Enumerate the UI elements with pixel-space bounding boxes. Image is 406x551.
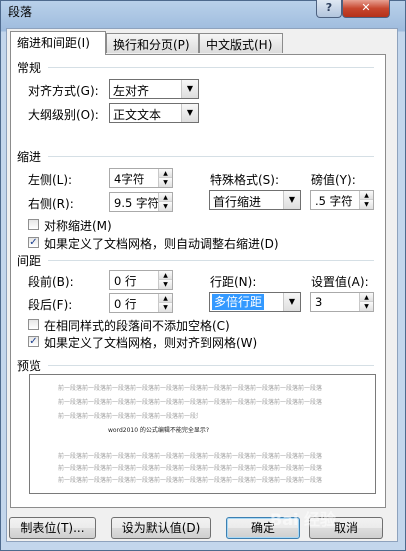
line-spacing-value: 多倍行距	[212, 294, 265, 310]
space-after-spinner[interactable]: 0 行 ▲ ▼	[109, 293, 173, 313]
tab-line-page-breaks[interactable]: 换行和分页(P)	[106, 33, 199, 53]
spin-down-icon[interactable]: ▼	[359, 302, 373, 311]
line-spacing-at-label: 设置值(A):	[311, 275, 369, 289]
window-title: 段落	[8, 5, 33, 19]
alignment-value: 左对齐	[113, 84, 150, 98]
special-indent-value: 首行缩进	[213, 195, 262, 209]
preview-filler-line: 前一段落前一段落前一段落前一段落前一段落前一段落前一段落前一段落前一段落前一段落…	[58, 385, 323, 392]
spin-up-icon[interactable]: ▲	[158, 193, 172, 202]
spin-down-icon[interactable]: ▼	[158, 303, 172, 312]
tab-label: 换行和分页(P)	[113, 38, 190, 52]
general-separator	[48, 67, 374, 68]
tabs-button[interactable]: 制表位(T)...	[9, 517, 96, 539]
space-before-value: 0 行	[114, 274, 137, 288]
left-indent-value: 4字符	[114, 172, 145, 186]
indent-separator	[48, 156, 374, 157]
mirror-indents-checkbox[interactable]	[28, 219, 39, 230]
preview-separator	[48, 365, 374, 366]
preview-filler-line: 前一段落前一段落前一段落前一段落前一段落前一段落前一段落前一段落前一段落前一段落…	[58, 399, 323, 406]
line-spacing-label: 行距(N):	[210, 275, 257, 289]
right-indent-label: 右侧(R):	[28, 197, 74, 211]
space-before-spinner[interactable]: 0 行 ▲ ▼	[109, 270, 173, 290]
indent-heading: 缩进	[17, 150, 42, 164]
chevron-down-icon[interactable]: ▼	[181, 80, 198, 98]
chevron-down-icon[interactable]: ▼	[181, 104, 198, 122]
outline-level-value: 正文文本	[113, 108, 162, 122]
outline-level-select[interactable]: 正文文本 ▼	[109, 103, 199, 123]
watermark-logo: Bai 经验	[270, 510, 337, 529]
snap-to-grid-checkbox[interactable]: ✓	[28, 336, 39, 347]
alignment-select[interactable]: 左对齐 ▼	[109, 79, 199, 99]
left-indent-spinner[interactable]: 4字符 ▲ ▼	[109, 168, 173, 188]
general-heading: 常规	[17, 61, 42, 75]
outline-level-label: 大纲级别(O):	[28, 108, 99, 122]
tab-asian-typography[interactable]: 中文版式(H)	[199, 33, 283, 53]
indent-by-label: 磅值(Y):	[311, 173, 356, 187]
auto-adjust-checkbox[interactable]: ✓	[28, 237, 39, 248]
right-indent-spinner[interactable]: 9.5 字符 ▲ ▼	[109, 192, 173, 212]
line-spacing-at-value: 3	[315, 295, 323, 309]
preview-filler-line: 前一段落前一段落前一段落前一段落前一段落前一段落前一段落前一段落前一段落前一段落…	[58, 413, 198, 420]
preview-filler-line: 前一段落前一段落前一段落前一段落前一段落前一段落前一段落前一段落前一段落前一段落…	[58, 477, 323, 484]
close-button[interactable]: ✕	[342, 0, 390, 18]
spin-down-icon[interactable]: ▼	[158, 178, 172, 187]
mirror-indents-label: 对称缩进(M)	[44, 219, 112, 233]
spin-up-icon[interactable]: ▲	[158, 169, 172, 178]
line-spacing-at-spinner[interactable]: 3 ▲ ▼	[310, 292, 374, 312]
indent-by-spinner[interactable]: .5 字符 ▲ ▼	[310, 190, 374, 210]
preview-filler-line: 前一段落前一段落前一段落前一段落前一段落前一段落前一段落前一段落前一段落前一段落…	[58, 453, 323, 460]
spin-down-icon[interactable]: ▼	[158, 280, 172, 289]
preview-heading: 预览	[17, 359, 42, 373]
special-indent-select[interactable]: 首行缩进 ▼	[209, 190, 301, 210]
snap-to-grid-label: 如果定义了文档网格，则对齐到网格(W)	[44, 336, 258, 350]
tab-indents-spacing[interactable]: 缩进和间距(I)	[10, 31, 106, 55]
spin-up-icon[interactable]: ▲	[158, 294, 172, 303]
help-button[interactable]: ?	[316, 0, 342, 18]
line-spacing-select[interactable]: 多倍行距 ▼	[209, 292, 301, 312]
chevron-down-icon[interactable]: ▼	[283, 191, 300, 209]
preview-filler-line: 前一段落前一段落前一段落前一段落前一段落前一段落前一段落前一段落前一段落前一段落…	[58, 465, 323, 472]
chevron-down-icon[interactable]: ▼	[283, 293, 300, 311]
tab-label: 缩进和间距(I)	[17, 36, 90, 50]
space-after-value: 0 行	[114, 297, 137, 311]
set-as-default-button[interactable]: 设为默认值(D)	[111, 517, 211, 539]
special-indent-label: 特殊格式(S):	[210, 173, 280, 187]
left-indent-label: 左侧(L):	[28, 173, 73, 187]
right-indent-value: 9.5 字符	[114, 196, 159, 210]
no-space-same-style-checkbox[interactable]	[28, 319, 39, 330]
space-before-label: 段前(B):	[28, 275, 74, 289]
space-after-label: 段后(F):	[28, 298, 73, 312]
no-space-same-style-label: 在相同样式的段落间不添加空格(C)	[44, 319, 230, 333]
help-icon: ?	[325, 1, 333, 14]
auto-adjust-label: 如果定义了文档网格，则自动调整右缩进(D)	[44, 237, 279, 251]
preview-box: 前一段落前一段落前一段落前一段落前一段落前一段落前一段落前一段落前一段落前一段落…	[29, 374, 376, 494]
preview-sample-text: word2010 的公式编辑不能完全显示?	[108, 427, 210, 434]
tab-label: 中文版式(H)	[206, 38, 273, 52]
spin-up-icon[interactable]: ▲	[158, 271, 172, 280]
spin-up-icon[interactable]: ▲	[359, 191, 373, 200]
close-icon: ✕	[361, 1, 371, 14]
spin-down-icon[interactable]: ▼	[359, 200, 373, 209]
spin-up-icon[interactable]: ▲	[359, 293, 373, 302]
indent-by-value: .5 字符	[315, 194, 353, 208]
spacing-heading: 间距	[17, 254, 42, 268]
alignment-label: 对齐方式(G):	[28, 84, 99, 98]
spacing-separator	[48, 260, 374, 261]
spin-down-icon[interactable]: ▼	[158, 202, 172, 211]
